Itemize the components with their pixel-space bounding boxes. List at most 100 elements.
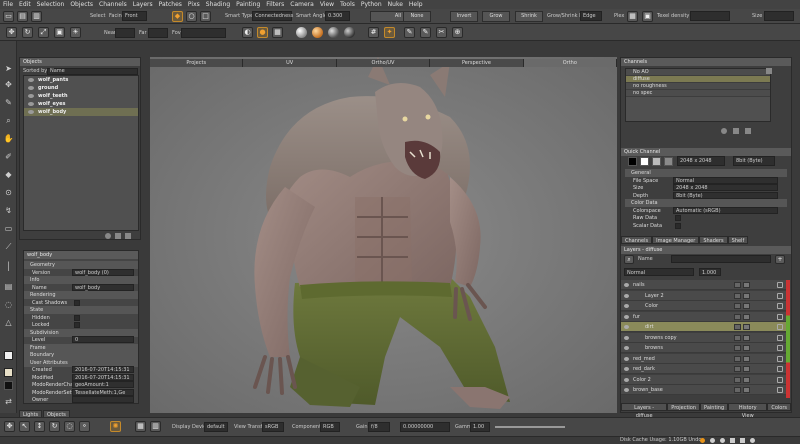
lit-shading-icon[interactable] [328,27,339,38]
channel-tab-imagemanager[interactable]: Image Manager [652,236,700,244]
visibility-eye-icon[interactable] [28,78,34,82]
camera-icon[interactable]: ▣ [54,27,65,38]
property-value[interactable]: TessellateMeth:1,Ge [72,388,134,396]
menu-item-filters[interactable]: Filters [266,1,284,8]
duplicate-object-icon[interactable] [115,233,121,239]
menu-item-patches[interactable]: Patches [159,1,182,8]
b-snap-icon[interactable]: ✺ [110,421,121,432]
layer-eye-icon[interactable] [624,335,629,340]
menu-item-painting[interactable]: Painting [236,1,260,8]
layer-eye-icon[interactable] [624,304,629,308]
paint-tool-icon[interactable]: ✎ [3,97,14,108]
visibility-eye-icon[interactable] [28,86,34,90]
layers-filter-icon[interactable]: ⌕ [624,255,634,264]
layer-lock-icon[interactable] [777,355,783,362]
b-tool1-icon[interactable]: ✥ [4,421,15,432]
texel-icon[interactable]: ▣ [642,11,653,22]
channel-row[interactable]: No AO [626,69,770,76]
opacity-input[interactable]: 1.000 [699,268,721,276]
visibility-eye-icon[interactable] [28,94,34,98]
qc-resolution-select[interactable]: 2048 x 2048 [677,156,725,166]
menu-item-python[interactable]: Python [361,1,382,8]
property-value[interactable] [72,396,134,403]
layer-row[interactable]: dirt [621,322,789,332]
layer-row[interactable]: fur [621,311,789,322]
property-value[interactable]: 2016-07-20T14:15:31 [72,366,134,373]
layer-lock-icon[interactable] [777,366,783,372]
near-input[interactable] [115,28,135,38]
layer-lock-icon[interactable] [777,282,783,288]
new-icon[interactable]: ▭ [3,11,14,22]
viewport-tab-orthouv[interactable]: Ortho/UV [337,59,431,67]
component-select[interactable]: RGB [320,422,340,432]
layers-tab-painting[interactable]: Painting [700,403,729,411]
layer-eye-icon[interactable] [624,367,629,371]
channel-prop-value[interactable]: 2048 x 2048 [673,184,778,191]
layers-tab-layersdiffuse[interactable]: Layers - diffuse [621,403,668,419]
layer-lock-icon[interactable] [777,292,783,299]
far-input[interactable] [148,28,168,38]
object-row[interactable]: wolf_teeth [24,92,138,100]
channel-row[interactable]: diffuse [626,76,770,83]
gradient-tool-icon[interactable]: ▤ [3,281,14,292]
layer-eye-icon[interactable] [624,356,629,361]
visibility-eye-icon[interactable] [28,102,34,106]
gamma-input[interactable]: 1.00 [470,422,490,432]
tool-a-icon[interactable]: ✎ [404,27,415,38]
plex-icon[interactable]: ▦ [627,11,638,22]
layer-row[interactable]: Color 2 [621,374,789,385]
channel-prop-value[interactable]: Automatic (sRGB) [673,206,778,214]
menu-item-camera[interactable]: Camera [290,1,314,8]
sharpen-tool-icon[interactable]: △ [3,317,14,328]
property-checkbox[interactable] [74,299,80,306]
sorted-by-select[interactable]: Name [47,68,138,75]
property-checkbox[interactable] [74,314,80,321]
layers-tab-colors[interactable]: Colors [767,403,791,411]
rotate-icon[interactable]: ↻ [22,27,33,38]
qc-depth-select[interactable]: 8bit (Byte) [733,156,775,166]
channel-prop-value[interactable]: Normal [673,176,778,184]
snap-icon[interactable]: ✦ [384,27,395,38]
layer-lock-icon[interactable] [777,313,783,320]
object-row[interactable]: wolf_eyes [24,100,138,108]
viewport-tab-ortho[interactable]: Ortho [523,59,618,67]
property-value[interactable]: 2016-07-20T14:15:31 [72,373,134,381]
layer-eye-icon[interactable] [624,346,629,350]
menu-item-help[interactable]: Help [409,1,423,8]
channel-row[interactable]: no roughness [626,83,770,90]
layers-tab-historyview[interactable]: History View [728,403,768,419]
grow-shrink-select[interactable]: Edge [580,11,602,21]
layer-lock-icon[interactable] [777,376,783,383]
add-object-icon[interactable] [105,233,111,239]
channel-prop-value[interactable]: 8bit (Byte) [673,191,778,199]
menu-item-edit[interactable]: Edit [19,1,31,8]
material-shading-icon[interactable] [312,27,323,38]
layer-eye-icon[interactable] [624,388,629,392]
select-mode-icon[interactable]: ◆ [172,11,183,22]
viewport-tab-projects[interactable]: Projects [150,59,244,67]
flat-shading-icon[interactable] [296,27,307,38]
layer-eye-icon[interactable] [624,325,629,329]
gain-select[interactable]: f/8 [368,422,390,432]
lasso-icon[interactable]: ○ [186,11,197,22]
visibility-eye-icon[interactable] [28,110,34,114]
channel-tab-shelf[interactable]: Shelf [727,236,749,244]
property-checkbox[interactable] [74,322,80,328]
layer-lock-icon[interactable] [777,303,783,309]
layer-row[interactable]: Color [621,301,789,311]
black-color-swatch[interactable] [4,381,13,390]
property-value[interactable]: 0 [72,336,134,343]
scale-icon[interactable]: ⤢ [38,27,49,38]
channel-tab-channels[interactable]: Channels [621,236,653,244]
qc-mid-swatch[interactable] [664,157,673,166]
full-shading-icon[interactable] [344,27,355,38]
viewport[interactable] [150,57,617,413]
color-swatch-fg-icon[interactable] [3,337,14,348]
pan-tool-icon[interactable]: ✋ [3,133,14,144]
open-icon[interactable]: ▤ [17,11,28,22]
property-value[interactable]: wolf_body (0) [72,268,134,276]
shrink-button[interactable]: Shrink [515,11,543,22]
tool-b-icon[interactable]: ✎ [420,27,431,38]
menu-item-objects[interactable]: Objects [70,1,93,8]
layer-lock-icon[interactable] [777,334,783,341]
